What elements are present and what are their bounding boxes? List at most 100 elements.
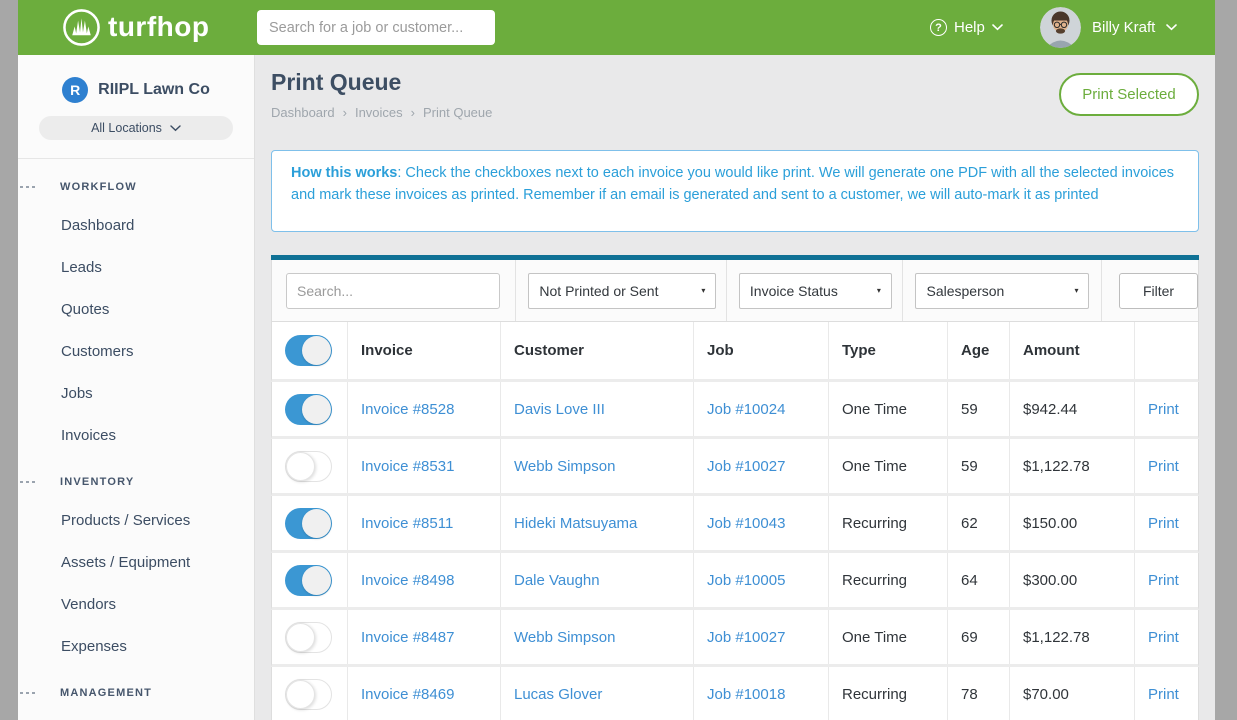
table-row: Invoice #8511 Hideki Matsuyama Job #1004… [271,496,1199,553]
job-link[interactable]: Job #10043 [707,515,785,532]
job-link[interactable]: Job #10018 [707,686,785,703]
invoice-type: One Time [842,458,907,475]
global-search-input[interactable] [257,10,495,45]
toggle-knob [302,336,331,365]
sidebar-item-dashboard[interactable]: Dashboard [18,204,254,246]
window-margin-left [0,0,18,720]
invoice-age: 69 [961,629,978,646]
invoice-link[interactable]: Invoice #8511 [361,515,453,532]
breadcrumb-separator: › [343,105,347,120]
row-select-toggle[interactable] [285,508,332,539]
job-link[interactable]: Job #10027 [707,629,785,646]
toggle-knob [286,623,315,652]
select-arrow-icon: ▾ [877,286,881,295]
job-link[interactable]: Job #10024 [707,401,785,418]
table-row: Invoice #8531 Webb Simpson Job #10027 On… [271,439,1199,496]
invoice-link[interactable]: Invoice #8469 [361,686,454,703]
invoice-age: 62 [961,515,978,532]
locations-dropdown[interactable]: All Locations [39,116,233,140]
sidebar-item-vendors[interactable]: Vendors [18,583,254,625]
column-header-type: Type [829,322,948,379]
company-logo: R [62,77,88,103]
invoice-amount: $1,122.78 [1023,629,1090,646]
sidebar-item-leads[interactable]: Leads [18,246,254,288]
brand-logo[interactable]: turfhop [62,0,209,55]
customer-link[interactable]: Webb Simpson [514,629,615,646]
print-link[interactable]: Print [1148,458,1179,475]
row-select-toggle[interactable] [285,565,332,596]
chevron-down-icon [992,24,1003,31]
note-lead: How this works [291,165,397,181]
sidebar-item-products-services[interactable]: Products / Services [18,499,254,541]
how-this-works-note: How this works: Check the checkboxes nex… [271,150,1199,232]
filter-button[interactable]: Filter [1119,273,1198,309]
filter-select-printed-status[interactable]: Not Printed or Sent ▾ [528,273,716,309]
invoice-age: 59 [961,458,978,475]
window-margin-right [1215,0,1237,720]
print-link[interactable]: Print [1148,629,1179,646]
row-select-toggle[interactable] [285,394,332,425]
help-menu[interactable]: ? Help [930,0,1003,55]
turfhop-grass-icon [62,8,101,47]
select-all-toggle[interactable] [285,335,332,366]
section-dashes-icon [20,692,35,694]
print-link[interactable]: Print [1148,401,1179,418]
user-menu[interactable]: Billy Kraft [1040,0,1177,55]
invoice-link[interactable]: Invoice #8531 [361,458,454,475]
table-header: Invoice Customer Job Type Age Amount [271,322,1199,382]
section-dashes-icon [20,186,35,188]
customer-link[interactable]: Davis Love III [514,401,605,418]
invoice-age: 64 [961,572,978,589]
print-link[interactable]: Print [1148,572,1179,589]
sidebar-item-jobs[interactable]: Jobs [18,372,254,414]
breadcrumb: Dashboard › Invoices › Print Queue [271,105,492,120]
sidebar-item-quotes[interactable]: Quotes [18,288,254,330]
row-select-toggle[interactable] [285,451,332,482]
toggle-knob [302,509,331,538]
sidebar-section-label: INVENTORY [18,469,254,495]
print-link[interactable]: Print [1148,515,1179,532]
job-link[interactable]: Job #10005 [707,572,785,589]
main-content: Print Queue Dashboard › Invoices › Print… [255,55,1215,720]
screen: turfhop ? Help [0,0,1237,720]
invoice-link[interactable]: Invoice #8528 [361,401,454,418]
row-select-toggle[interactable] [285,679,332,710]
invoice-link[interactable]: Invoice #8487 [361,629,454,646]
customer-link[interactable]: Webb Simpson [514,458,615,475]
sidebar-item-assets-equipment[interactable]: Assets / Equipment [18,541,254,583]
customer-link[interactable]: Lucas Glover [514,686,602,703]
customer-link[interactable]: Hideki Matsuyama [514,515,637,532]
breadcrumb-dashboard[interactable]: Dashboard [271,105,335,120]
help-icon: ? [930,19,947,36]
toggle-knob [302,395,331,424]
table-search-input[interactable] [286,273,500,309]
table-row: Invoice #8498 Dale Vaughn Job #10005 Rec… [271,553,1199,610]
sidebar-section-label: WORKFLOW [18,174,254,200]
customer-link[interactable]: Dale Vaughn [514,572,600,589]
column-header-amount: Amount [1010,322,1135,379]
sidebar-item-expenses[interactable]: Expenses [18,625,254,667]
company-switcher[interactable]: R RIIPL Lawn Co [18,55,254,103]
top-navbar: turfhop ? Help [18,0,1215,55]
invoice-amount: $70.00 [1023,686,1069,703]
invoice-type: Recurring [842,686,907,703]
filter-bar: Not Printed or Sent ▾ Invoice Status ▾ S… [271,260,1199,322]
toggle-knob [302,566,331,595]
invoice-type: One Time [842,401,907,418]
invoice-table-body: Invoice #8528 Davis Love III Job #10024 … [271,382,1199,720]
sidebar: R RIIPL Lawn Co All Locations WORKFLOW D… [18,55,255,720]
sidebar-item-invoices[interactable]: Invoices [18,414,254,456]
column-header-job: Job [694,322,829,379]
invoice-link[interactable]: Invoice #8498 [361,572,454,589]
row-select-toggle[interactable] [285,622,332,653]
table-row: Invoice #8528 Davis Love III Job #10024 … [271,382,1199,439]
sidebar-item-customers[interactable]: Customers [18,330,254,372]
print-link[interactable]: Print [1148,686,1179,703]
print-selected-button[interactable]: Print Selected [1059,73,1199,116]
filter-select-invoice-status[interactable]: Invoice Status ▾ [739,273,892,309]
filter-select-salesperson[interactable]: Salesperson ▾ [915,273,1089,309]
invoice-age: 78 [961,686,978,703]
breadcrumb-invoices[interactable]: Invoices [355,105,403,120]
invoice-type: One Time [842,629,907,646]
job-link[interactable]: Job #10027 [707,458,785,475]
